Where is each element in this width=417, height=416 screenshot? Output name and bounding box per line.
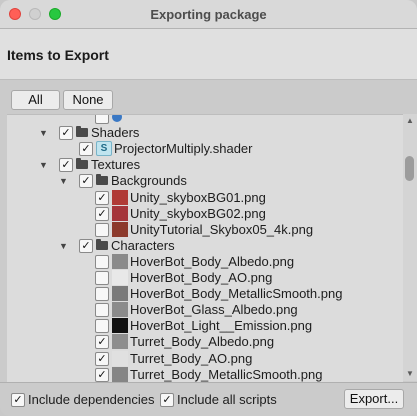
texture-thumbnail-icon: [112, 318, 128, 334]
item-checkbox[interactable]: [95, 254, 109, 269]
tree-row[interactable]: ✓ S ProjectorMultiply.shader: [7, 141, 403, 157]
texture-thumbnail-icon: [112, 286, 128, 302]
tree-item-label: Backgrounds: [111, 173, 187, 189]
tree-item-label: Unity_skyboxBG02.png: [130, 205, 266, 221]
tree-item-label: HoverBot_Body_AO.png: [130, 270, 273, 285]
scroll-thumb[interactable]: [405, 156, 414, 181]
item-checkbox[interactable]: ✓: [59, 126, 73, 141]
tree-item-label: UnityTutorial_Skybox05_4k.png: [130, 221, 314, 237]
item-checkbox[interactable]: ✓: [95, 190, 109, 205]
item-checkbox[interactable]: [95, 115, 109, 124]
tree-item-label: Shaders: [91, 125, 140, 141]
tree-item-label: Turret_Body_MetallicSmooth.png: [130, 366, 323, 382]
item-checkbox[interactable]: [95, 271, 109, 285]
tree-item-label: Turret_Body_AO.png: [130, 350, 253, 366]
title-bar: Exporting package: [0, 0, 417, 29]
tree-item-label: Turret_Body_Albedo.png: [130, 334, 275, 350]
shader-file-icon: S: [96, 141, 112, 157]
tree-item-label: HoverBot_Glass_Albedo.png: [130, 302, 298, 318]
window-title: Exporting package: [150, 7, 267, 22]
folder-icon: [96, 174, 108, 186]
tree-row[interactable]: [7, 115, 403, 125]
tree-row[interactable]: ✓ Unity_skyboxBG02.png: [7, 205, 403, 222]
item-checkbox[interactable]: ✓: [95, 335, 109, 350]
item-checkbox[interactable]: [95, 287, 109, 302]
tree-row[interactable]: ▼ ✓ Backgrounds: [7, 173, 403, 189]
tree-item-label: HoverBot_Body_MetallicSmooth.png: [130, 286, 343, 302]
tree-row[interactable]: HoverBot_Body_Albedo.png: [7, 253, 403, 270]
include-all-scripts-label: Include all scripts: [177, 392, 277, 407]
item-checkbox[interactable]: [95, 319, 109, 334]
tree-row[interactable]: ▼ ✓ Characters: [7, 238, 403, 254]
include-all-scripts-checkbox[interactable]: ✓: [160, 393, 174, 407]
tree-row[interactable]: ▼ ✓ Shaders: [7, 125, 403, 141]
tree-scrollbar[interactable]: ▲ ▼: [403, 114, 417, 381]
item-checkbox[interactable]: ✓: [95, 367, 109, 382]
tree-row[interactable]: ✓ Unity_skyboxBG01.png: [7, 189, 403, 206]
scroll-up-arrow-icon[interactable]: ▲: [406, 116, 414, 125]
tree-row[interactable]: HoverBot_Body_AO.png: [7, 270, 403, 286]
item-checkbox[interactable]: [95, 303, 109, 318]
expand-arrow-icon[interactable]: ▼: [59, 239, 69, 253]
folder-icon: [76, 158, 88, 170]
texture-thumbnail-icon: [112, 350, 128, 366]
scroll-down-arrow-icon[interactable]: ▼: [406, 369, 414, 378]
include-dependencies-checkbox[interactable]: ✓: [11, 393, 25, 407]
tree-row[interactable]: ✓ Turret_Body_MetallicSmooth.png: [7, 366, 403, 382]
texture-thumbnail-icon: [112, 366, 128, 382]
header-panel: Items to Export: [0, 29, 417, 80]
tree-row[interactable]: HoverBot_Body_MetallicSmooth.png: [7, 286, 403, 302]
folder-icon: [96, 238, 108, 250]
expand-arrow-icon[interactable]: ▼: [39, 158, 49, 172]
tree-item-label: HoverBot_Body_Albedo.png: [130, 253, 295, 269]
tree-item-label: Unity_skyboxBG01.png: [130, 189, 266, 205]
tree-row[interactable]: ✓ Turret_Body_Albedo.png: [7, 334, 403, 350]
select-all-button[interactable]: All: [11, 90, 60, 110]
export-package-window: Exporting package Items to Export All No…: [0, 0, 417, 416]
texture-thumbnail-icon: [112, 253, 128, 269]
tree-item-label: Characters: [111, 237, 175, 253]
texture-thumbnail-icon: [112, 205, 128, 221]
item-checkbox[interactable]: ✓: [79, 142, 93, 157]
tree-row[interactable]: HoverBot_Glass_Albedo.png: [7, 302, 403, 318]
texture-thumbnail-icon: [112, 189, 128, 205]
texture-thumbnail-icon: [112, 334, 128, 350]
select-none-button[interactable]: None: [63, 90, 113, 110]
include-dependencies-label: Include dependencies: [28, 392, 155, 407]
texture-thumbnail-icon: [112, 270, 128, 285]
texture-thumbnail-icon: [112, 221, 128, 237]
expand-arrow-icon[interactable]: ▼: [59, 174, 69, 188]
asset-tree: ▼ ✓ Shaders ✓ S ProjectorMultiply.shader ▼ ✓ Tex…: [7, 114, 403, 382]
item-checkbox[interactable]: ✓: [95, 351, 109, 366]
folder-icon: [76, 126, 88, 138]
expand-arrow-icon[interactable]: ▼: [39, 126, 49, 140]
item-checkbox[interactable]: ✓: [79, 174, 93, 189]
item-checkbox[interactable]: [95, 222, 109, 237]
tree-row[interactable]: ✓ Turret_Body_AO.png: [7, 350, 403, 367]
tree-item-label: Textures: [91, 157, 141, 173]
item-checkbox[interactable]: ✓: [59, 158, 73, 173]
tree-item-label: ProjectorMultiply.shader: [114, 141, 253, 157]
tree-row[interactable]: UnityTutorial_Skybox05_4k.png: [7, 221, 403, 238]
item-checkbox[interactable]: ✓: [95, 206, 109, 221]
items-to-export-heading: Items to Export: [7, 47, 109, 63]
tree-row[interactable]: ▼ ✓ Textures: [7, 157, 403, 173]
item-checkbox[interactable]: ✓: [79, 238, 93, 253]
export-button[interactable]: Export...: [344, 389, 404, 409]
tree-item-label: HoverBot_Light__Emission.png: [130, 318, 313, 334]
texture-thumbnail-icon: [112, 302, 128, 318]
asset-file-icon: [112, 115, 122, 122]
tree-row[interactable]: HoverBot_Light__Emission.png: [7, 318, 403, 334]
